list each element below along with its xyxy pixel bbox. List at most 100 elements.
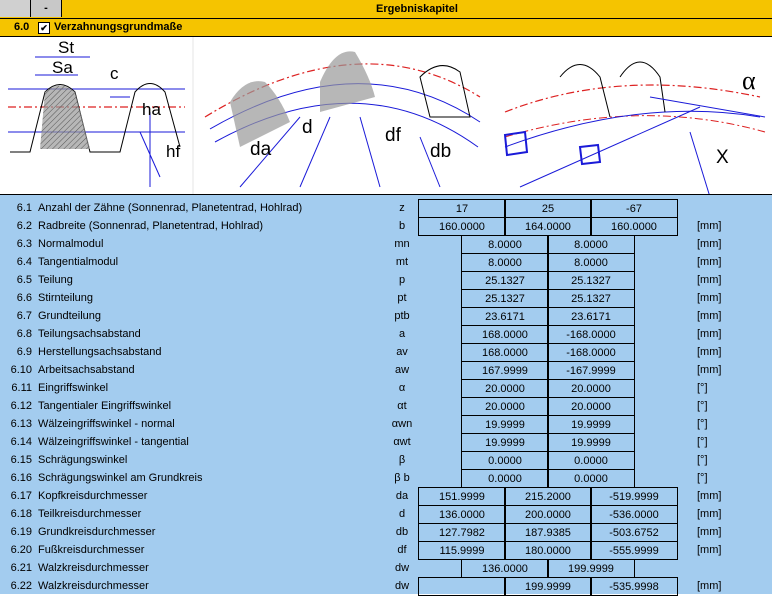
row-number: 6.22 [10, 580, 32, 592]
label-x: X [716, 147, 729, 168]
row-unit: [mm] [697, 256, 722, 268]
value-cell[interactable]: 25.1327 [461, 271, 549, 290]
table-row: 6.13 Wälzeingriffswinkel - normal αwn 19.99… [0, 415, 772, 434]
row-label: Tangentialer Eingriffswinkel [38, 400, 172, 412]
row-unit: [mm] [697, 346, 722, 358]
row-unit: [mm] [697, 526, 722, 538]
value-cell[interactable]: 20.0000 [547, 397, 635, 416]
value-cell[interactable]: 20.0000 [547, 379, 635, 398]
value-cell[interactable]: 8.0000 [461, 253, 549, 272]
value-cell[interactable]: 199.9999 [504, 577, 592, 596]
results-table: 6.1 Anzahl der Zähne (Sonnenrad, Planeten… [0, 195, 772, 596]
row-unit: [°] [697, 454, 708, 466]
row-number: 6.15 [10, 454, 32, 466]
row-label: Kopfkreisdurchmesser [38, 490, 148, 502]
value-cell[interactable]: 25 [504, 199, 592, 218]
value-cell[interactable]: 200.0000 [504, 505, 592, 524]
value-cell[interactable]: 20.0000 [461, 379, 549, 398]
table-row: 6.21 Walzkreisdurchmesser dw 136.0000 199.99… [0, 559, 772, 578]
table-row: 6.19 Grundkreisdurchmesser db 127.7982 187.9… [0, 523, 772, 542]
row-number: 6.7 [16, 310, 32, 322]
value-cell[interactable]: 136.0000 [418, 505, 506, 524]
value-cell[interactable]: 160.0000 [418, 217, 506, 236]
value-cell[interactable] [418, 577, 506, 596]
value-cell[interactable]: 0.0000 [461, 451, 549, 470]
toolbar-button-1[interactable] [0, 0, 31, 17]
row-symbol: aw [394, 364, 410, 376]
value-cell[interactable]: 115.9999 [418, 541, 506, 560]
row-symbol: mn [394, 238, 410, 250]
chapter-title: Ergebniskapitel [376, 3, 458, 15]
row-symbol: a [398, 328, 406, 340]
row-label: Tangentialmodul [38, 256, 119, 268]
value-cell[interactable]: 164.0000 [504, 217, 592, 236]
value-cell[interactable]: 8.0000 [547, 235, 635, 254]
value-cell[interactable]: 199.9999 [547, 559, 635, 578]
value-cell[interactable]: 19.9999 [547, 433, 635, 452]
row-number: 6.4 [16, 256, 32, 268]
label-sa: Sa [52, 58, 73, 77]
value-cell[interactable]: -168.0000 [547, 325, 635, 344]
value-cell[interactable]: 23.6171 [547, 307, 635, 326]
value-cell[interactable]: 0.0000 [547, 451, 635, 470]
row-label: Schrägungswinkel [38, 454, 128, 466]
row-label: Walzkreisdurchmesser [38, 580, 149, 592]
value-cell[interactable]: -168.0000 [547, 343, 635, 362]
value-cell[interactable]: 19.9999 [461, 415, 549, 434]
value-cell[interactable]: 0.0000 [547, 469, 635, 488]
value-cell[interactable]: 20.0000 [461, 397, 549, 416]
value-cell[interactable]: -519.9999 [590, 487, 678, 506]
value-cell[interactable]: 215.2000 [504, 487, 592, 506]
value-cell[interactable]: 23.6171 [461, 307, 549, 326]
row-unit: [mm] [697, 490, 722, 502]
section-checkbox[interactable]: ✔ [38, 22, 50, 34]
table-row: 6.22 Walzkreisdurchmesser dw 199.9999 -535.9… [0, 577, 772, 596]
section-title: Verzahnungsgrundmaße [54, 21, 183, 33]
table-row: 6.2 Radbreite (Sonnenrad, Planetentrad, H… [0, 217, 772, 236]
value-cell[interactable]: 8.0000 [461, 235, 549, 254]
row-unit: [°] [697, 382, 708, 394]
value-cell[interactable]: 187.9385 [504, 523, 592, 542]
row-number: 6.17 [10, 490, 32, 502]
table-row: 6.7 Grundteilung ptb 23.6171 23.6171 [mm] [0, 307, 772, 326]
tooth-profile-panel-3 [503, 61, 766, 198]
row-unit: [°] [697, 418, 708, 430]
row-unit: [mm] [697, 292, 722, 304]
value-cell[interactable]: 25.1327 [461, 289, 549, 308]
row-symbol: p [398, 274, 406, 286]
value-cell[interactable]: -503.6752 [590, 523, 678, 542]
value-cell[interactable]: -67 [590, 199, 678, 218]
gear-diagram: St Sa c ha hf da d df db α X [8, 37, 766, 198]
value-cell[interactable]: 180.0000 [504, 541, 592, 560]
value-cell[interactable]: -535.9998 [590, 577, 678, 596]
value-cell[interactable]: 160.0000 [590, 217, 678, 236]
value-cell[interactable]: 151.9999 [418, 487, 506, 506]
value-cell[interactable]: 25.1327 [547, 271, 635, 290]
value-cell[interactable]: 19.9999 [547, 415, 635, 434]
row-label: Grundkreisdurchmesser [38, 526, 156, 538]
row-label: Walzkreisdurchmesser [38, 562, 149, 574]
value-cell[interactable]: 168.0000 [461, 343, 549, 362]
table-row: 6.4 Tangentialmodul mt 8.0000 8.0000 [mm] [0, 253, 772, 272]
value-cell[interactable]: 19.9999 [461, 433, 549, 452]
value-cell[interactable]: 127.7982 [418, 523, 506, 542]
row-unit: [°] [697, 472, 708, 484]
value-cell[interactable]: 136.0000 [461, 559, 549, 578]
label-c: c [110, 64, 119, 83]
tooth-profile-panel-1 [8, 56, 185, 187]
value-cell[interactable]: -536.0000 [590, 505, 678, 524]
value-cell[interactable]: -167.9999 [547, 361, 635, 380]
row-symbol: av [396, 346, 408, 358]
value-cell[interactable]: 25.1327 [547, 289, 635, 308]
collapse-button[interactable]: - [31, 0, 62, 17]
value-cell[interactable]: 17 [418, 199, 506, 218]
value-cell[interactable]: -555.9999 [590, 541, 678, 560]
value-cell[interactable]: 8.0000 [547, 253, 635, 272]
value-cell[interactable]: 0.0000 [461, 469, 549, 488]
row-number: 6.20 [10, 544, 32, 556]
value-cell[interactable]: 167.9999 [461, 361, 549, 380]
table-row: 6.11 Eingriffswinkel α 20.0000 20.0000 [°] [0, 379, 772, 398]
value-cell[interactable]: 168.0000 [461, 325, 549, 344]
row-number: 6.11 [11, 382, 32, 394]
row-label: Grundteilung [38, 310, 101, 322]
